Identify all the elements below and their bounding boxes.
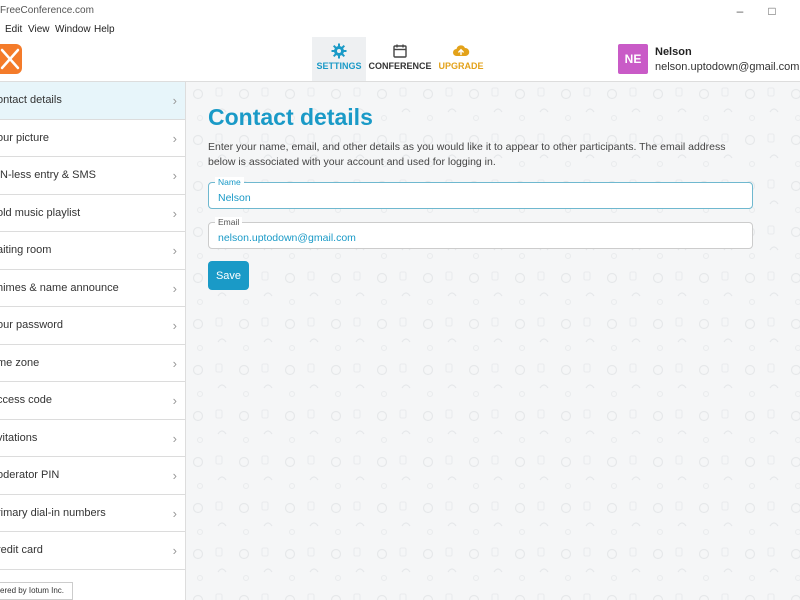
chevron-right-icon: › xyxy=(172,468,177,483)
sidebar-item-your-picture[interactable]: our picture › xyxy=(0,120,185,157)
window-title: FreeConference.com xyxy=(0,5,94,16)
sidebar-item-moderator-pin[interactable]: oderator PIN › xyxy=(0,457,185,495)
email-input[interactable] xyxy=(218,232,738,244)
title-bar: FreeConference.com – □ xyxy=(0,0,800,21)
name-field-label: Name xyxy=(215,177,244,187)
sidebar-item-credit-card[interactable]: redit card › xyxy=(0,532,185,570)
logo-icon xyxy=(0,48,20,70)
email-field[interactable]: Email xyxy=(208,217,753,249)
chevron-right-icon: › xyxy=(172,393,177,408)
chevron-right-icon: › xyxy=(172,168,177,183)
nav-settings[interactable]: SETTINGS xyxy=(312,37,366,81)
user-name: Nelson xyxy=(655,46,692,58)
menu-view[interactable]: View xyxy=(28,24,50,35)
maximize-button[interactable]: □ xyxy=(757,3,787,19)
sidebar-item-waiting-room[interactable]: aiting room › xyxy=(0,232,185,270)
sidebar-item-your-password[interactable]: our password › xyxy=(0,307,185,345)
chevron-right-icon: › xyxy=(172,205,177,221)
sidebar-item-invitations[interactable]: vitations › xyxy=(0,420,185,457)
chevron-right-icon: › xyxy=(172,318,177,333)
chevron-right-icon: › xyxy=(172,130,177,146)
name-input[interactable] xyxy=(218,192,738,204)
menu-bar: Edit View Window Help xyxy=(0,21,800,37)
nav-conference[interactable]: CONFERENCE xyxy=(368,37,432,81)
save-button[interactable]: Save xyxy=(208,261,249,290)
calendar-icon xyxy=(368,43,432,61)
top-navigation: SETTINGS CONFERENCE UPGRADE NE Nelson ne… xyxy=(0,37,800,82)
menu-help[interactable]: Help xyxy=(94,24,115,35)
cloud-upload-icon xyxy=(436,43,486,61)
sidebar-item-pin-less-entry[interactable]: IN-less entry & SMS › xyxy=(0,157,185,195)
user-email: nelson.uptodown@gmail.com xyxy=(655,61,800,73)
chevron-right-icon: › xyxy=(172,243,177,258)
avatar[interactable]: NE xyxy=(618,44,648,74)
chevron-right-icon: › xyxy=(172,93,177,108)
sidebar-item-hold-music[interactable]: old music playlist › xyxy=(0,195,185,232)
email-field-label: Email xyxy=(215,217,243,227)
page-title: Contact details xyxy=(208,104,373,130)
nav-conference-label: CONFERENCE xyxy=(368,61,432,71)
nav-upgrade[interactable]: UPGRADE xyxy=(436,37,486,81)
page-description: Enter your name, email, and other detail… xyxy=(208,141,726,168)
app-logo[interactable] xyxy=(0,44,22,74)
sidebar-item-contact-details[interactable]: ontact details › xyxy=(0,82,185,120)
powered-by-badge[interactable]: ered by Iotum Inc. xyxy=(0,582,73,600)
menu-window[interactable]: Window xyxy=(55,24,91,35)
menu-edit[interactable]: Edit xyxy=(5,24,22,35)
chevron-right-icon: › xyxy=(172,280,177,296)
name-field[interactable]: Name xyxy=(208,177,753,209)
nav-upgrade-label: UPGRADE xyxy=(438,61,484,71)
sidebar-item-chimes[interactable]: himes & name announce › xyxy=(0,270,185,307)
sidebar-item-time-zone[interactable]: me zone › xyxy=(0,345,185,382)
chevron-right-icon: › xyxy=(172,543,177,558)
minimize-button[interactable]: – xyxy=(725,3,755,19)
gear-icon xyxy=(312,43,366,61)
sidebar-item-access-code[interactable]: ccess code › xyxy=(0,382,185,420)
main-content: Contact details Enter your name, email, … xyxy=(186,82,800,600)
nav-settings-label: SETTINGS xyxy=(316,61,362,71)
chevron-right-icon: › xyxy=(172,505,177,521)
chevron-right-icon: › xyxy=(172,430,177,446)
sidebar-item-dial-in-numbers[interactable]: rimary dial-in numbers › xyxy=(0,495,185,532)
settings-sidebar: ontact details › our picture › IN-less ent… xyxy=(0,82,186,600)
chevron-right-icon: › xyxy=(172,355,177,371)
